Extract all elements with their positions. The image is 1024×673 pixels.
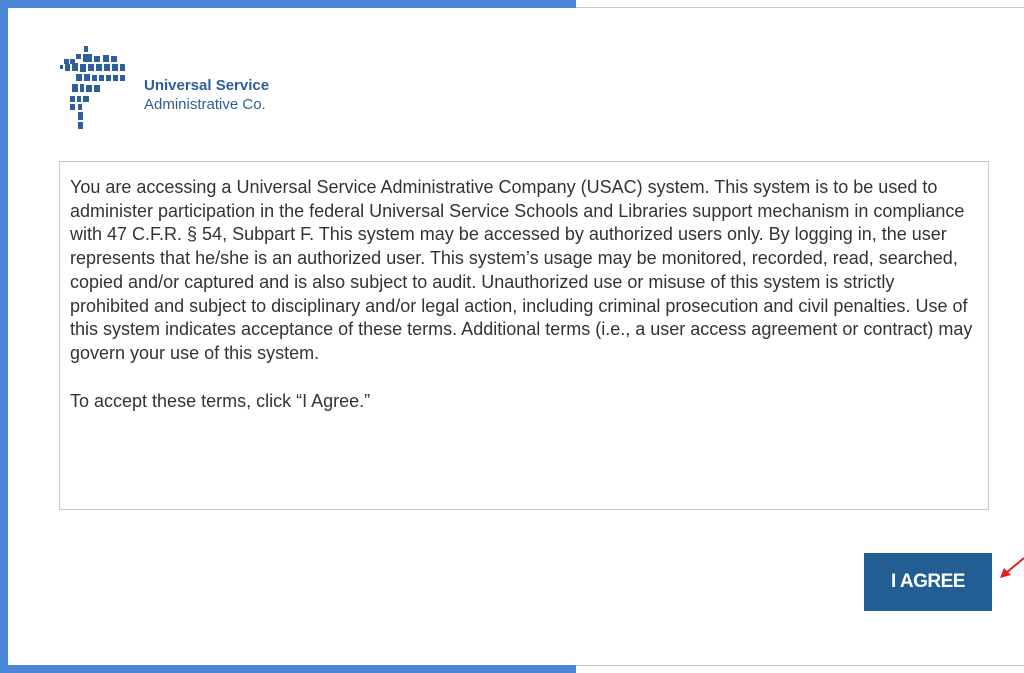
accept-instruction: To accept these terms, click “I Agree.” [70, 390, 371, 411]
terms-text: You are accessing a Universal Service Ad… [70, 177, 973, 363]
logo-name-line1: Universal Service [144, 77, 270, 94]
frame-border-bottom [0, 665, 576, 673]
logo-text: Universal Service Administrative Co. [144, 76, 269, 114]
dialog-frame: Universal Service Administrative Co. You… [0, 0, 1024, 673]
logo-name-line2: Administrative Co. [144, 96, 266, 113]
terms-panel: You are accessing a Universal Service Ad… [59, 161, 989, 510]
usac-logo: Universal Service Administrative Co. [56, 42, 316, 134]
frame-border-top [0, 0, 576, 8]
red-arrow-icon [1000, 557, 1024, 578]
usac-logo-icon [60, 46, 125, 129]
frame-border-left [0, 0, 8, 673]
i-agree-button[interactable]: I AGREE [864, 553, 992, 611]
frame-border-top-gray [576, 7, 1024, 8]
frame-border-bottom-gray [576, 665, 1024, 666]
